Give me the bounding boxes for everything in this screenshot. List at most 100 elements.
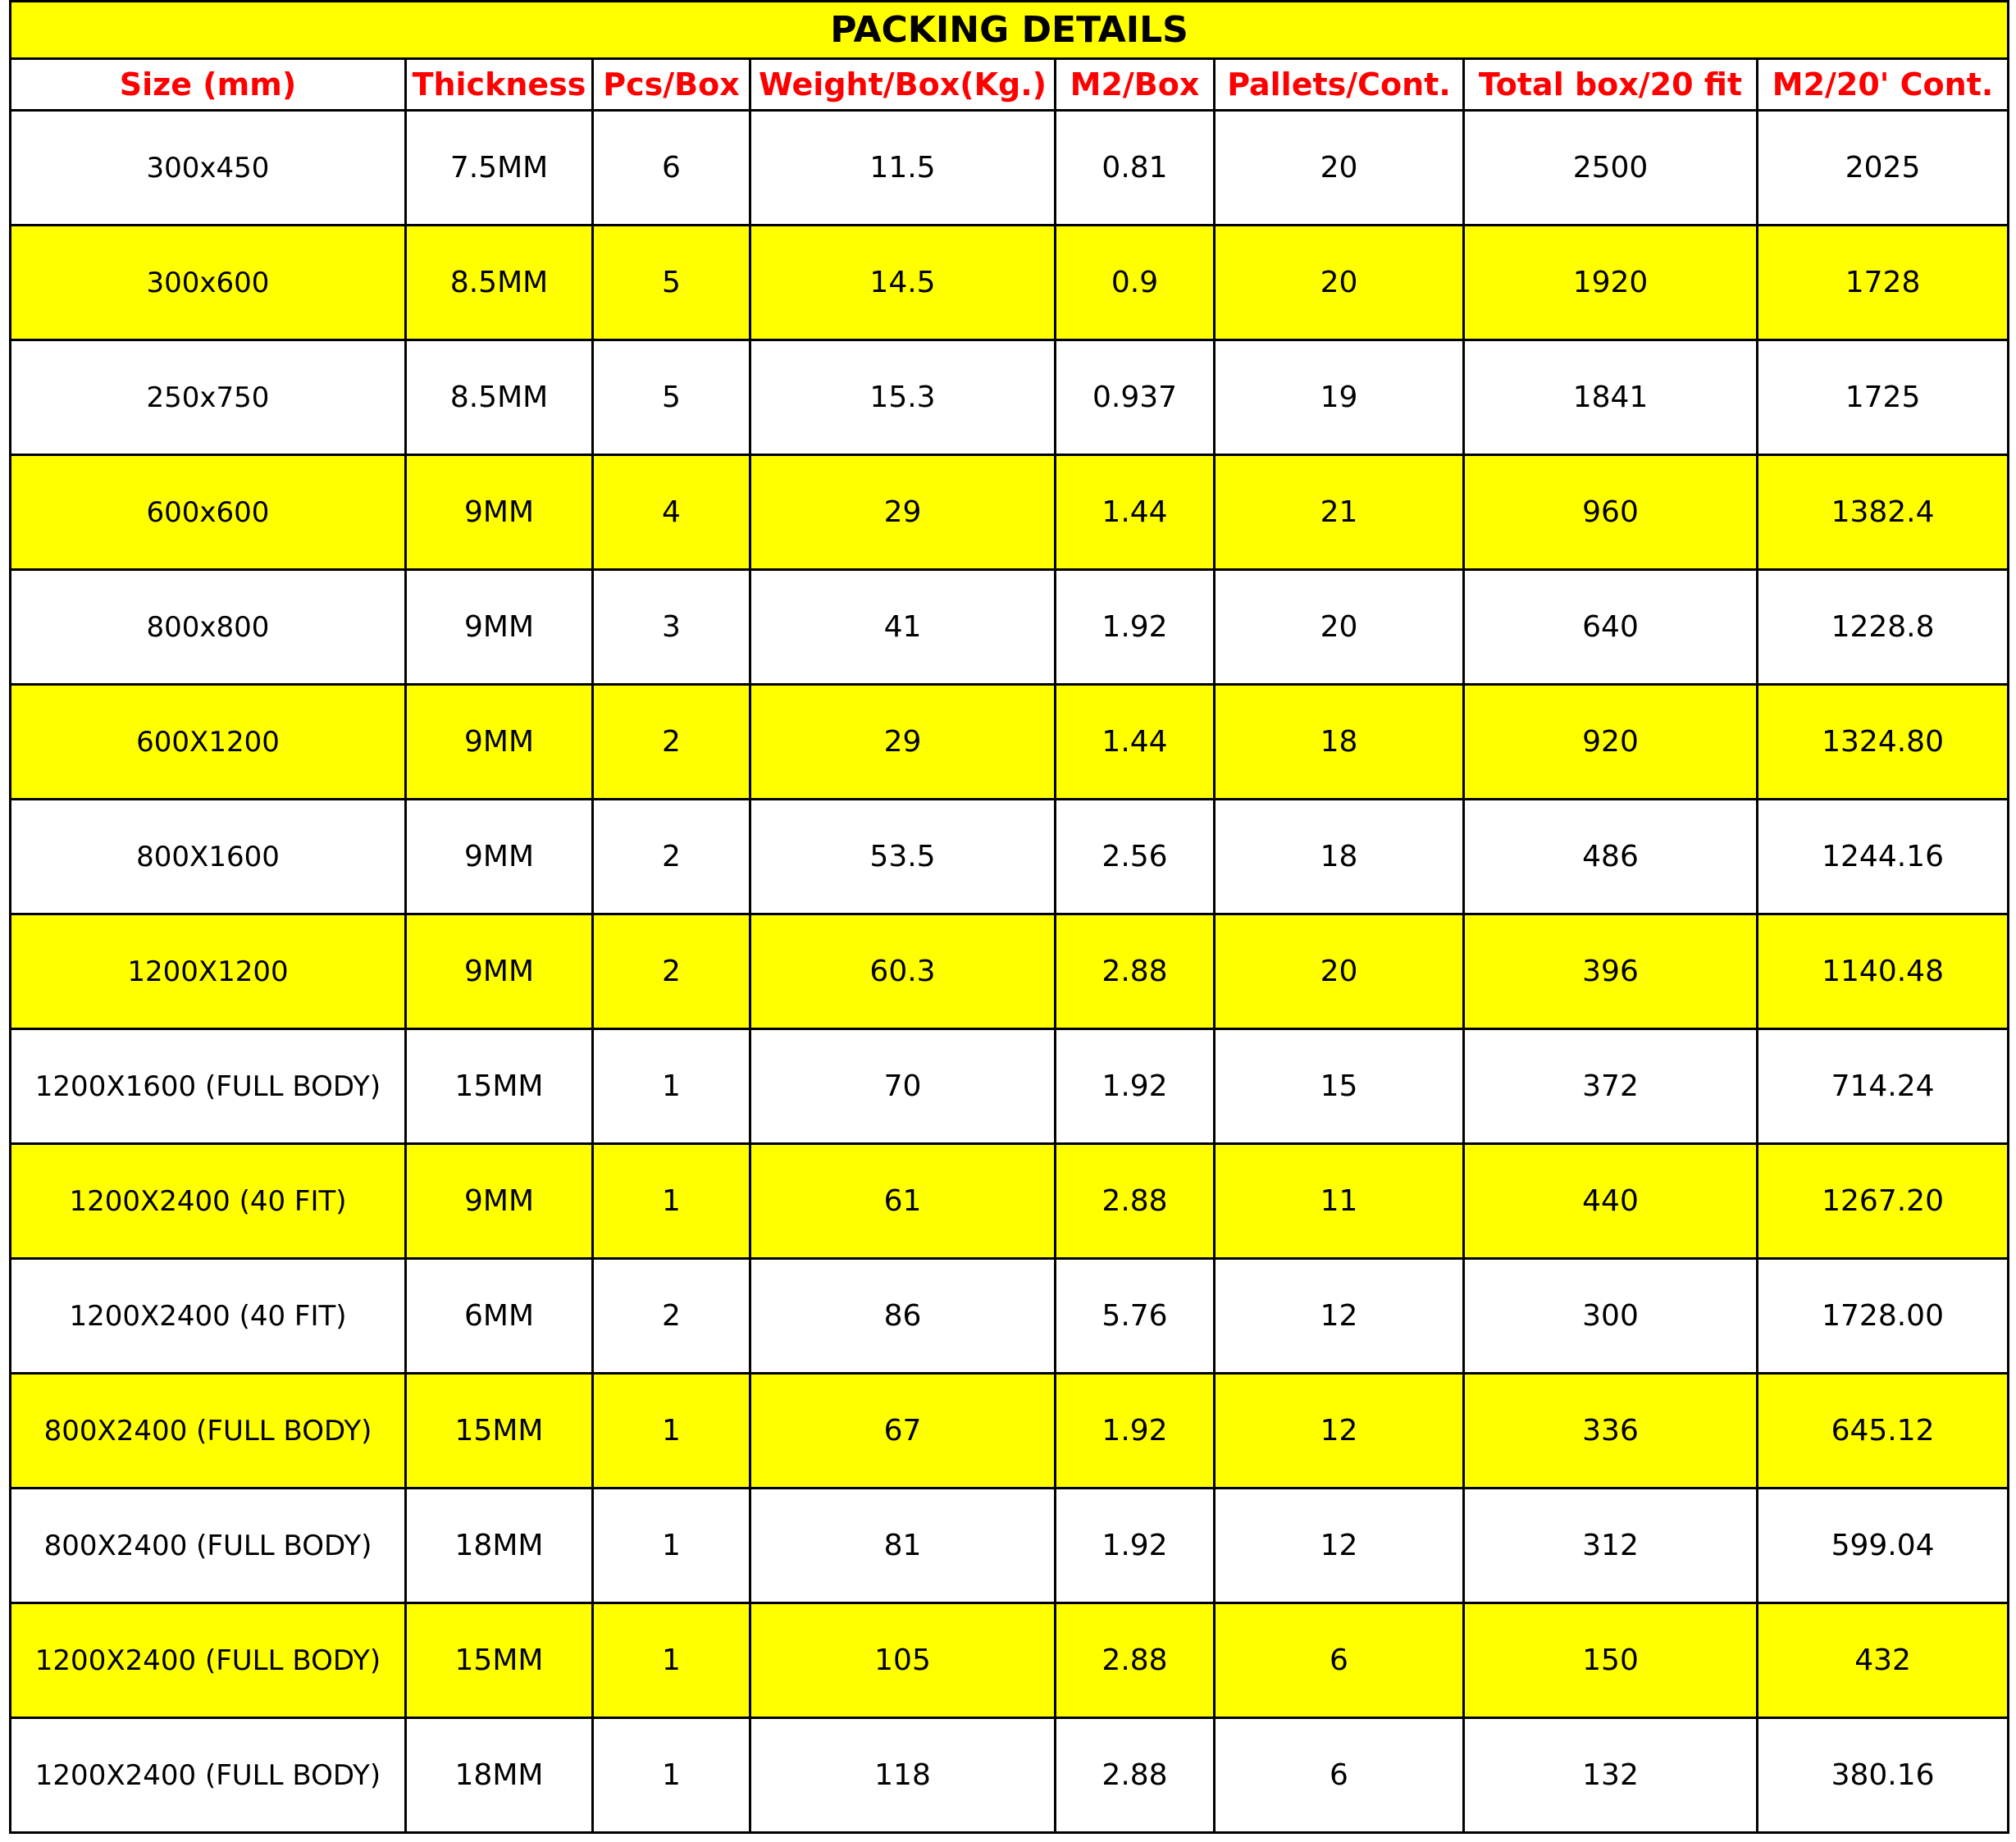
thickness-cell: 9MM	[404, 568, 594, 686]
pcs-per-box-cell: 1	[591, 1717, 751, 1834]
thickness-cell: 7.5MM	[404, 109, 594, 226]
total-box-cell: 396	[1462, 913, 1758, 1030]
m2-per-container-cell: 1244.16	[1755, 798, 2010, 915]
thickness-cell: 15MM	[404, 1372, 594, 1489]
m2-per-container-cell: 380.16	[1755, 1717, 2010, 1834]
m2-per-box-cell: 5.76	[1054, 1257, 1216, 1375]
weight-per-box-cell: 53.5	[749, 798, 1056, 915]
pallets-per-container-cell: 11	[1213, 1142, 1465, 1260]
m2-per-box-cell: 2.88	[1054, 1602, 1216, 1719]
total-box-cell: 336	[1462, 1372, 1758, 1489]
weight-per-box-cell: 29	[749, 454, 1056, 571]
total-box-cell: 2500	[1462, 109, 1758, 226]
pcs-per-box-cell: 4	[591, 454, 751, 571]
pallets-per-container-cell: 6	[1213, 1602, 1465, 1719]
size-cell: 1200X1600 (FULL BODY)	[9, 1028, 407, 1145]
m2-per-box-cell: 0.937	[1054, 339, 1216, 456]
packing-details-table: PACKING DETAILS Size (mm) Thickness Pcs/…	[8, 0, 2010, 1834]
thickness-cell: 18MM	[404, 1717, 594, 1834]
m2-per-container-cell: 1324.80	[1755, 683, 2010, 800]
pallets-per-container-cell: 12	[1213, 1372, 1465, 1489]
m2-per-container-cell: 432	[1755, 1602, 2010, 1719]
pcs-per-box-cell: 1	[591, 1602, 751, 1719]
table-row: 1200X1600 (FULL BODY) 15MM 1 70 1.92 15 372 714…	[9, 1028, 2010, 1145]
thickness-cell: 9MM	[404, 913, 594, 1030]
weight-per-box-cell: 29	[749, 683, 1056, 800]
size-cell: 1200X2400 (40 FIT)	[9, 1257, 407, 1375]
table-row: 300x450 7.5MM 6 11.5 0.81 20 2500 2025	[9, 109, 2010, 226]
size-cell: 800X2400 (FULL BODY)	[9, 1372, 407, 1489]
weight-per-box-cell: 41	[749, 568, 1056, 686]
m2-per-box-cell: 1.92	[1054, 568, 1216, 686]
pallets-per-container-cell: 15	[1213, 1028, 1465, 1145]
pcs-per-box-cell: 5	[591, 224, 751, 341]
size-cell: 1200X2400 (40 FIT)	[9, 1142, 407, 1260]
m2-per-box-cell: 0.9	[1054, 224, 1216, 341]
table-row: 250x750 8.5MM 5 15.3 0.937 19 1841 1725	[9, 339, 2010, 456]
size-cell: 600X1200	[9, 683, 407, 800]
m2-per-container-cell: 1382.4	[1755, 454, 2010, 571]
m2-per-container-cell: 1228.8	[1755, 568, 2010, 686]
m2-per-container-cell: 1725	[1755, 339, 2010, 456]
table-row: 800X1600 9MM 2 53.5 2.56 18 486 1244.16	[9, 798, 2010, 915]
size-cell: 800x800	[9, 568, 407, 686]
column-header-weight-per-box: Weight/Box(Kg.)	[749, 57, 1056, 112]
weight-per-box-cell: 70	[749, 1028, 1056, 1145]
size-cell: 800X1600	[9, 798, 407, 915]
table-row: 800x800 9MM 3 41 1.92 20 640 1228.8	[9, 568, 2010, 686]
pcs-per-box-cell: 2	[591, 1257, 751, 1375]
m2-per-box-cell: 1.92	[1054, 1028, 1216, 1145]
m2-per-box-cell: 2.88	[1054, 913, 1216, 1030]
weight-per-box-cell: 11.5	[749, 109, 1056, 226]
thickness-cell: 6MM	[404, 1257, 594, 1375]
table-row: 1200X1200 9MM 2 60.3 2.88 20 396 1140.48	[9, 913, 2010, 1030]
m2-per-container-cell: 599.04	[1755, 1487, 2010, 1604]
weight-per-box-cell: 67	[749, 1372, 1056, 1489]
pallets-per-container-cell: 21	[1213, 454, 1465, 571]
pcs-per-box-cell: 1	[591, 1487, 751, 1604]
m2-per-box-cell: 2.88	[1054, 1717, 1216, 1834]
pallets-per-container-cell: 12	[1213, 1487, 1465, 1604]
table-title: PACKING DETAILS	[8, 0, 2010, 60]
pcs-per-box-cell: 5	[591, 339, 751, 456]
size-cell: 800X2400 (FULL BODY)	[9, 1487, 407, 1604]
weight-per-box-cell: 86	[749, 1257, 1056, 1375]
m2-per-box-cell: 1.92	[1054, 1372, 1216, 1489]
table-row: 1200X2400 (FULL BODY) 15MM 1 105 2.88 6 150 432	[9, 1602, 2010, 1719]
pallets-per-container-cell: 18	[1213, 798, 1465, 915]
total-box-cell: 640	[1462, 568, 1758, 686]
weight-per-box-cell: 81	[749, 1487, 1056, 1604]
thickness-cell: 15MM	[404, 1602, 594, 1719]
m2-per-container-cell: 1267.20	[1755, 1142, 2010, 1260]
pcs-per-box-cell: 6	[591, 109, 751, 226]
column-header-size: Size (mm)	[9, 57, 407, 112]
m2-per-container-cell: 1728	[1755, 224, 2010, 341]
pcs-per-box-cell: 2	[591, 913, 751, 1030]
pcs-per-box-cell: 2	[591, 683, 751, 800]
total-box-cell: 920	[1462, 683, 1758, 800]
table-row: 1200X2400 (FULL BODY) 18MM 1 118 2.88 6 132 380…	[9, 1717, 2010, 1834]
thickness-cell: 18MM	[404, 1487, 594, 1604]
total-box-cell: 1920	[1462, 224, 1758, 341]
total-box-cell: 132	[1462, 1717, 1758, 1834]
table-row: 1200X2400 (40 FIT) 6MM 2 86 5.76 12 300 1728.00	[9, 1257, 2010, 1375]
column-header-pallets-per-container: Pallets/Cont.	[1213, 57, 1465, 112]
size-cell: 300x600	[9, 224, 407, 341]
thickness-cell: 15MM	[404, 1028, 594, 1145]
total-box-cell: 486	[1462, 798, 1758, 915]
m2-per-box-cell: 0.81	[1054, 109, 1216, 226]
total-box-cell: 300	[1462, 1257, 1758, 1375]
thickness-cell: 9MM	[404, 454, 594, 571]
pcs-per-box-cell: 1	[591, 1372, 751, 1489]
weight-per-box-cell: 61	[749, 1142, 1056, 1260]
size-cell: 1200X2400 (FULL BODY)	[9, 1717, 407, 1834]
m2-per-container-cell: 645.12	[1755, 1372, 2010, 1489]
pcs-per-box-cell: 2	[591, 798, 751, 915]
pallets-per-container-cell: 6	[1213, 1717, 1465, 1834]
pcs-per-box-cell: 1	[591, 1142, 751, 1260]
table-row: 800X2400 (FULL BODY) 15MM 1 67 1.92 12 336 645.…	[9, 1372, 2010, 1489]
m2-per-box-cell: 1.92	[1054, 1487, 1216, 1604]
thickness-cell: 8.5MM	[404, 224, 594, 341]
pallets-per-container-cell: 19	[1213, 339, 1465, 456]
pallets-per-container-cell: 20	[1213, 913, 1465, 1030]
